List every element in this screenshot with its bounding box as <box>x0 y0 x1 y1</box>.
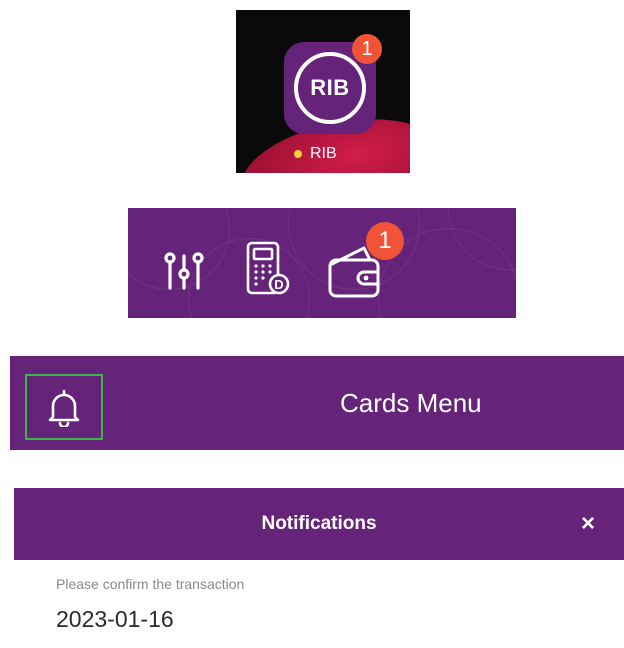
notifications-header: Notifications × <box>14 488 624 560</box>
notifications-title: Notifications <box>261 513 377 534</box>
sliders-button[interactable] <box>162 248 206 297</box>
svg-text:D: D <box>274 277 283 292</box>
card-reader-button[interactable]: D <box>244 240 292 303</box>
bell-icon <box>48 389 80 427</box>
notifications-bell-button[interactable] <box>25 374 103 440</box>
close-button[interactable]: × <box>576 488 600 560</box>
cards-menu-header: Cards Menu <box>10 356 624 450</box>
status-dot <box>294 150 302 158</box>
sliders-icon <box>164 252 204 290</box>
card-reader-icon: D <box>246 241 290 295</box>
app-notification-badge: 1 <box>352 34 382 64</box>
notification-message: Please confirm the transaction <box>56 576 245 592</box>
page-title: Cards Menu <box>340 387 482 418</box>
wallet-notification-badge: 1 <box>366 222 404 260</box>
app-label: RIB <box>310 145 337 162</box>
app-monogram: RIB <box>294 52 366 124</box>
app-label-row: RIB <box>294 144 337 164</box>
home-screen-app-tile[interactable]: RIB 1 RIB <box>236 10 410 173</box>
toolbar-panel: D 1 <box>128 208 516 318</box>
notification-date: 2023-01-16 <box>56 606 174 632</box>
notification-item[interactable]: Please confirm the transaction 2023-01-1… <box>56 576 596 633</box>
